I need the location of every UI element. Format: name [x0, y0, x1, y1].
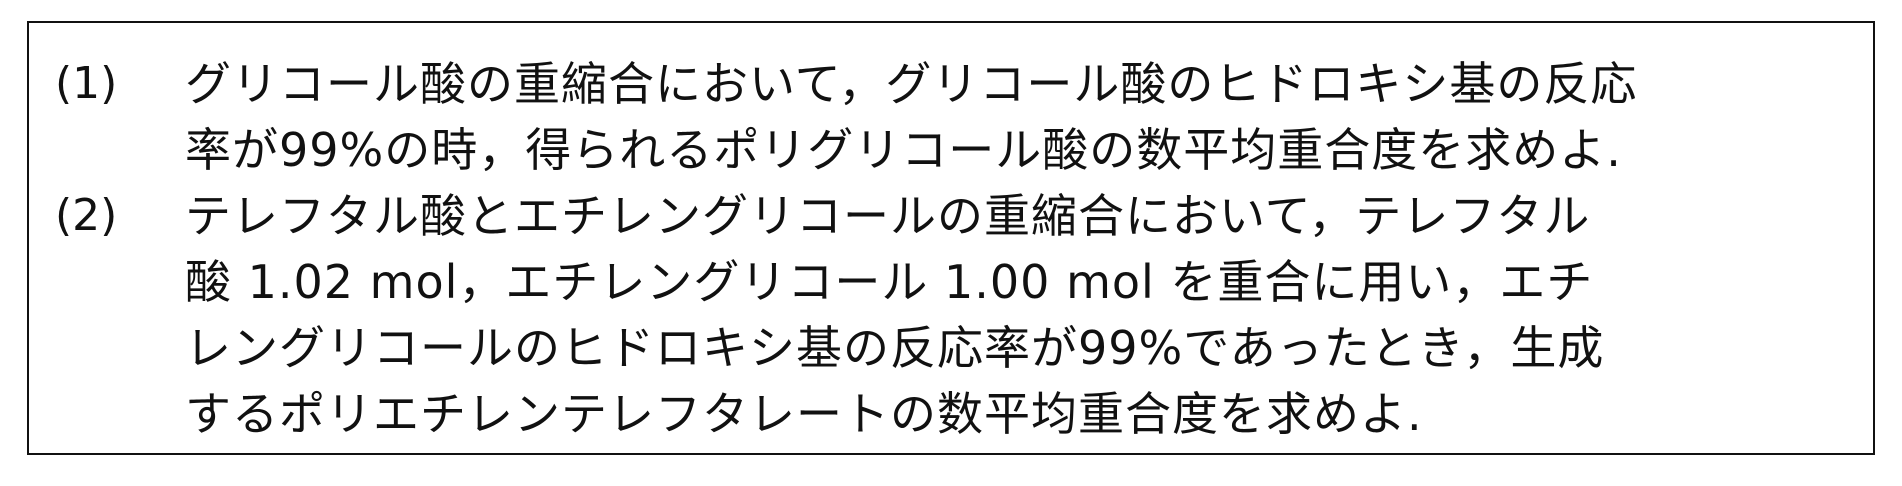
question-number: (1)	[55, 58, 118, 109]
question-box: (1) グリコール酸の重縮合において，グリコール酸のヒドロキシ基の反応 率が99…	[27, 21, 1875, 455]
question-text: グリコール酸の重縮合において，グリコール酸のヒドロキシ基の反応 率が99%の時，…	[185, 51, 1875, 183]
text-line: するポリエチレンテレフタレートの数平均重合度を求めよ.	[185, 387, 1423, 441]
text-line: 酸 1.02 mol，エチレングリコール 1.00 mol を重合に用い，エチ	[185, 255, 1594, 309]
text-line: 率が99%の時，得られるポリグリコール酸の数平均重合度を求めよ.	[185, 123, 1622, 177]
text-line: テレフタル酸とエチレングリコールの重縮合において，テレフタル	[185, 189, 1591, 243]
question-number: (2)	[55, 190, 118, 241]
text-line: グリコール酸の重縮合において，グリコール酸のヒドロキシ基の反応	[185, 57, 1638, 111]
question-text: テレフタル酸とエチレングリコールの重縮合において，テレフタル 酸 1.02 mo…	[185, 183, 1875, 447]
text-line: レングリコールのヒドロキシ基の反応率が99%であったとき，生成	[185, 321, 1605, 375]
